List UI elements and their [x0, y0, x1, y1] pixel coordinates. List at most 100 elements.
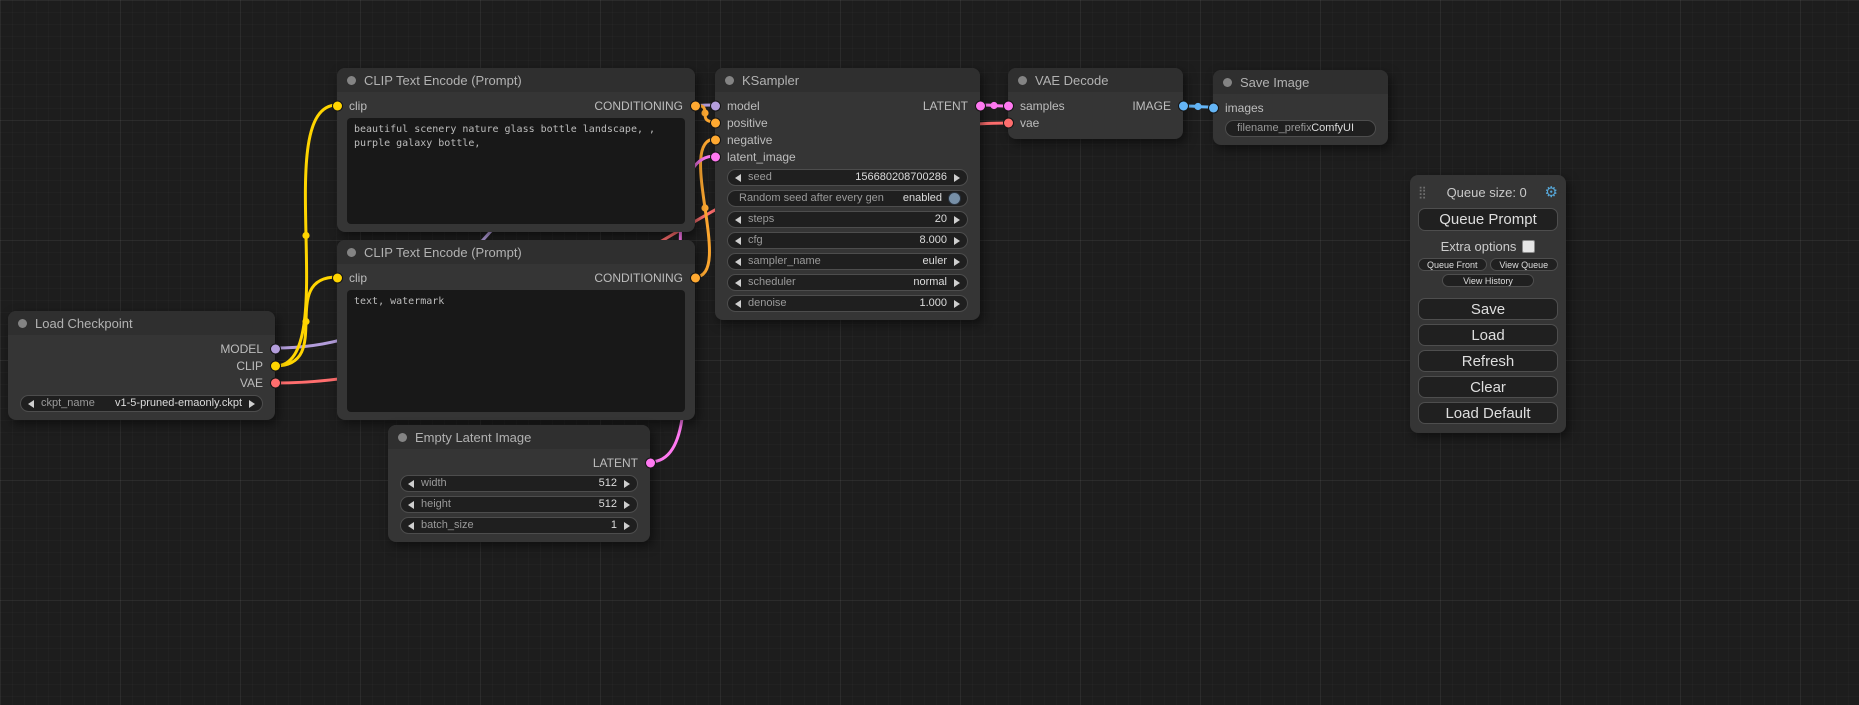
drag-handle-icon[interactable]: ⣿ — [1418, 185, 1427, 199]
ckpt-name-widget[interactable]: ckpt_name v1-5-pruned-emaonly.ckpt — [20, 395, 263, 412]
increment-arrow-icon[interactable] — [954, 237, 960, 245]
load-default-button[interactable]: Load Default — [1418, 402, 1558, 424]
slot-label: LATENT — [593, 456, 638, 470]
load-button[interactable]: Load — [1418, 324, 1558, 346]
queue-size-label: Queue size: 0 — [1429, 185, 1545, 200]
link-midpoint-dot — [1194, 103, 1201, 110]
node-titlebar[interactable]: CLIP Text Encode (Prompt) — [337, 240, 695, 264]
prev-arrow-icon[interactable] — [735, 279, 741, 287]
image-output-dot[interactable] — [1179, 101, 1188, 110]
collapse-icon[interactable] — [1018, 76, 1027, 85]
slot-label: LATENT — [923, 99, 968, 113]
prompt-textarea[interactable]: beautiful scenery nature glass bottle la… — [347, 118, 685, 224]
widget-name: batch_size — [421, 518, 474, 533]
decrement-arrow-icon[interactable] — [408, 480, 414, 488]
latent-output-dot[interactable] — [646, 458, 655, 467]
vae-output-dot[interactable] — [271, 378, 280, 387]
width-widget[interactable]: width 512 — [400, 475, 638, 492]
prev-arrow-icon[interactable] — [28, 400, 34, 408]
save-button[interactable]: Save — [1418, 298, 1558, 320]
refresh-button[interactable]: Refresh — [1418, 350, 1558, 372]
decrement-arrow-icon[interactable] — [735, 237, 741, 245]
clip-input-dot[interactable] — [333, 273, 342, 282]
node-titlebar[interactable]: KSampler — [715, 68, 980, 92]
decrement-arrow-icon[interactable] — [408, 522, 414, 530]
denoise-widget[interactable]: denoise 1.000 — [727, 295, 968, 312]
filename-prefix-widget[interactable]: filename_prefix ComfyUI — [1225, 120, 1376, 137]
collapse-icon[interactable] — [398, 433, 407, 442]
decrement-arrow-icon[interactable] — [735, 216, 741, 224]
cfg-widget[interactable]: cfg 8.000 — [727, 232, 968, 249]
collapse-icon[interactable] — [725, 76, 734, 85]
next-arrow-icon[interactable] — [954, 279, 960, 287]
negative-input-dot[interactable] — [711, 135, 720, 144]
vae-input-dot[interactable] — [1004, 118, 1013, 127]
random-seed-toggle-widget[interactable]: Random seed after every gen enabled — [727, 190, 968, 207]
collapse-icon[interactable] — [347, 76, 356, 85]
view-queue-button[interactable]: View Queue — [1490, 258, 1559, 271]
model-input-dot[interactable] — [711, 101, 720, 110]
slot-row-negative: negative — [715, 131, 980, 148]
collapse-icon[interactable] — [1223, 78, 1232, 87]
increment-arrow-icon[interactable] — [954, 216, 960, 224]
workflow-actions: Save Load Refresh Clear Load Default — [1418, 298, 1558, 424]
samples-input-dot[interactable] — [1004, 101, 1013, 110]
images-input-dot[interactable] — [1209, 103, 1218, 112]
increment-arrow-icon[interactable] — [954, 300, 960, 308]
latent-image-input-dot[interactable] — [711, 152, 720, 161]
node-titlebar[interactable]: Empty Latent Image — [388, 425, 650, 449]
decrement-arrow-icon[interactable] — [735, 174, 741, 182]
slot-label: clip — [349, 99, 367, 113]
increment-arrow-icon[interactable] — [624, 480, 630, 488]
prompt-textarea[interactable]: text, watermark — [347, 290, 685, 412]
conditioning-output-dot[interactable] — [691, 101, 700, 110]
link-midpoint-dot — [701, 204, 708, 211]
view-history-button[interactable]: View History — [1442, 274, 1534, 287]
model-output-dot[interactable] — [271, 344, 280, 353]
increment-arrow-icon[interactable] — [624, 501, 630, 509]
node-save-image: Save Image images filename_prefix ComfyU… — [1213, 70, 1388, 145]
extra-options-label: Extra options — [1441, 239, 1517, 254]
next-arrow-icon[interactable] — [954, 258, 960, 266]
batch-size-widget[interactable]: batch_size 1 — [400, 517, 638, 534]
sampler-name-widget[interactable]: sampler_name euler — [727, 253, 968, 270]
positive-input-dot[interactable] — [711, 118, 720, 127]
settings-gear-icon[interactable]: ⚙ — [1545, 185, 1558, 200]
slot-row-positive: positive — [715, 114, 980, 131]
node-titlebar[interactable]: CLIP Text Encode (Prompt) — [337, 68, 695, 92]
queue-front-button[interactable]: Queue Front — [1418, 258, 1487, 271]
node-titlebar[interactable]: VAE Decode — [1008, 68, 1183, 92]
queue-prompt-button[interactable]: Queue Prompt — [1418, 208, 1558, 231]
height-widget[interactable]: height 512 — [400, 496, 638, 513]
next-arrow-icon[interactable] — [249, 400, 255, 408]
slot-label: model — [727, 99, 760, 113]
clip-output-dot[interactable] — [271, 361, 280, 370]
output-slot-model: MODEL — [8, 340, 275, 357]
node-titlebar[interactable]: Load Checkpoint — [8, 311, 275, 335]
node-titlebar[interactable]: Save Image — [1213, 70, 1388, 94]
extra-options-checkbox[interactable] — [1522, 240, 1535, 253]
toggle-icon[interactable] — [949, 193, 960, 204]
node-graph-canvas[interactable]: Load Checkpoint MODEL CLIP VAE ckpt_name… — [0, 0, 1859, 705]
menu-header: ⣿ Queue size: 0 ⚙ — [1418, 182, 1558, 202]
collapse-icon[interactable] — [18, 319, 27, 328]
increment-arrow-icon[interactable] — [624, 522, 630, 530]
collapse-icon[interactable] — [347, 248, 356, 257]
increment-arrow-icon[interactable] — [954, 174, 960, 182]
node-title: KSampler — [742, 73, 799, 88]
decrement-arrow-icon[interactable] — [408, 501, 414, 509]
clear-button[interactable]: Clear — [1418, 376, 1558, 398]
conditioning-output-dot[interactable] — [691, 273, 700, 282]
link-midpoint-dot — [990, 102, 997, 109]
steps-widget[interactable]: steps 20 — [727, 211, 968, 228]
slot-row: clip CONDITIONING — [337, 97, 695, 114]
latent-output-dot[interactable] — [976, 101, 985, 110]
seed-widget[interactable]: seed 156680208700286 — [727, 169, 968, 186]
queue-controls-row: Queue Front View Queue — [1418, 258, 1558, 271]
widget-value: 156680208700286 — [855, 170, 947, 185]
scheduler-widget[interactable]: scheduler normal — [727, 274, 968, 291]
prev-arrow-icon[interactable] — [735, 258, 741, 266]
slot-label: CLIP — [236, 359, 263, 373]
decrement-arrow-icon[interactable] — [735, 300, 741, 308]
clip-input-dot[interactable] — [333, 101, 342, 110]
